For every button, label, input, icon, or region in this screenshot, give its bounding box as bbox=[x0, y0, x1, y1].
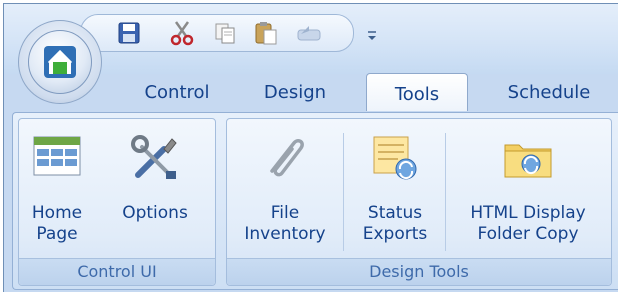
tab-design[interactable]: Design bbox=[240, 76, 350, 110]
separator bbox=[445, 133, 446, 251]
options-button[interactable]: Options bbox=[105, 119, 205, 259]
save-icon[interactable] bbox=[117, 21, 141, 45]
separator bbox=[343, 133, 344, 251]
button-label: HTML Display Folder Copy bbox=[470, 203, 586, 244]
paperclip-icon bbox=[270, 139, 304, 177]
status-export-icon bbox=[373, 136, 417, 180]
house-icon bbox=[44, 46, 76, 78]
tab-tools[interactable]: Tools bbox=[366, 73, 468, 111]
tab-label: Design bbox=[263, 82, 327, 103]
button-label: Status Exports bbox=[362, 203, 428, 244]
status-exports-button[interactable]: Status Exports bbox=[351, 119, 439, 259]
button-label: File Inventory bbox=[244, 203, 326, 244]
qat-dropdown-icon[interactable] bbox=[366, 28, 378, 42]
folder-sync-icon bbox=[504, 144, 552, 178]
cut-icon[interactable] bbox=[169, 20, 195, 46]
html-display-folder-copy-button[interactable]: HTML Display Folder Copy bbox=[453, 119, 603, 259]
button-label: Options bbox=[122, 203, 188, 223]
tab-label: Schedule bbox=[507, 82, 591, 103]
copy-icon[interactable] bbox=[213, 21, 237, 45]
home-page-button[interactable]: Home Page bbox=[23, 119, 91, 259]
paste-icon[interactable] bbox=[253, 20, 279, 46]
file-inventory-button[interactable]: File Inventory bbox=[233, 119, 337, 259]
button-label: Home Page bbox=[31, 203, 83, 244]
app-button[interactable] bbox=[28, 30, 92, 94]
undo-icon[interactable] bbox=[295, 22, 323, 44]
group-label: Control UI bbox=[19, 258, 215, 285]
group-control-ui: Home Page Options Control UI bbox=[18, 118, 216, 286]
group-design-tools: File Inventory Status Exports HTML Displ… bbox=[226, 118, 612, 286]
tab-label: Tools bbox=[394, 84, 440, 105]
quick-access-toolbar bbox=[80, 14, 354, 52]
tab-schedule[interactable]: Schedule bbox=[484, 76, 614, 110]
ribbon-window: Control Design Tools Schedule Home Page bbox=[0, 0, 618, 294]
wrench-hammer-icon bbox=[131, 135, 177, 179]
tab-label: Control bbox=[144, 82, 210, 103]
tab-control[interactable]: Control bbox=[122, 76, 232, 110]
group-label: Design Tools bbox=[227, 258, 611, 285]
home-page-grid-icon bbox=[33, 136, 81, 176]
